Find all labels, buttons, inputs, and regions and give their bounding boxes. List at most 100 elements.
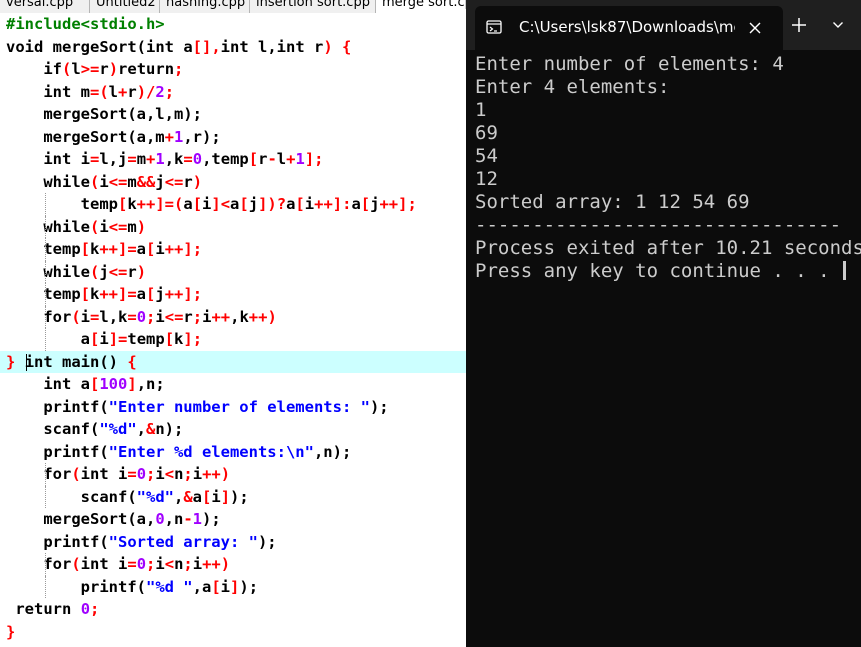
- code-token: main(): [52, 352, 128, 371]
- code-line[interactable]: while(i<=m): [0, 215, 466, 238]
- code-line[interactable]: while(i<=m&&j<=r): [0, 171, 466, 194]
- code-token: i: [211, 487, 221, 506]
- code-line[interactable]: void mergeSort(int a[],int l,int r) {: [0, 36, 466, 59]
- code-token: ++): [248, 307, 277, 326]
- code-line[interactable]: printf("Sorted array: ");: [0, 531, 466, 554]
- code-token: i: [220, 577, 231, 596]
- code-token: "Sorted array: ": [108, 532, 258, 551]
- editor-tab[interactable]: Untitled2: [90, 0, 160, 13]
- editor-tab[interactable]: hashing.cpp: [160, 0, 250, 13]
- code-token: ;: [90, 600, 100, 618]
- code-token: i: [202, 195, 212, 213]
- code-line[interactable]: a[i]=temp[k];: [0, 328, 466, 351]
- code-line[interactable]: temp[k++]=a[i++];: [0, 238, 466, 261]
- code-line[interactable]: #include<stdio.h>: [0, 13, 466, 36]
- code-line[interactable]: for(i=l,k=0;i<=r;i++,k++): [0, 305, 466, 328]
- code-token: int: [80, 465, 109, 483]
- code-token: -: [267, 150, 277, 168]
- code-token: <: [164, 465, 175, 483]
- code-token: ]=: [108, 330, 128, 348]
- editor-tab-bar: versal.cpp Untitled2 hashing.cpp insertion …: [0, 0, 466, 13]
- code-token: i: [155, 555, 165, 573]
- code-token: +: [146, 150, 156, 168]
- code-token: (: [71, 555, 81, 573]
- terminal-titlebar: C:\Users\lsk87\Downloads\merge sort.exe: [466, 0, 861, 50]
- code-editor[interactable]: versal.cpp Untitled2 hashing.cpp insertion …: [0, 0, 466, 647]
- code-token: k: [90, 240, 100, 258]
- code-line[interactable]: return 0;: [0, 598, 466, 621]
- code-token: [: [239, 195, 249, 213]
- code-token: [: [211, 577, 221, 596]
- code-line[interactable]: }: [0, 621, 466, 644]
- code-line[interactable]: scanf("%d",&a[i]);: [0, 485, 466, 508]
- editor-tab[interactable]: versal.cpp: [0, 0, 90, 13]
- code-token: j: [99, 262, 109, 281]
- code-token: 0: [192, 150, 203, 168]
- code-token: );: [202, 510, 221, 528]
- code-token: k: [174, 330, 184, 348]
- code-token: r: [183, 307, 193, 326]
- terminal-output[interactable]: Enter number of elements: 4 Enter 4 eleme…: [475, 53, 861, 283]
- code-line[interactable]: if(l>=r)return;: [0, 58, 466, 81]
- terminal-line: Sorted array: 1 12 54 69: [475, 191, 861, 214]
- code-line[interactable]: mergeSort(a,0,n-1);: [0, 508, 466, 531]
- code-line[interactable]: int m=(l+r)/2;: [0, 81, 466, 104]
- code-token: =(: [90, 82, 109, 101]
- code-line[interactable]: printf("Enter number of elements: ");: [0, 396, 466, 419]
- code-token: }: [6, 622, 16, 641]
- text-caret: [26, 353, 27, 371]
- code-line[interactable]: int a[100],n;: [0, 373, 466, 396]
- code-token: [: [117, 195, 128, 213]
- code-line[interactable]: for(int i=0;i<n;i++): [0, 553, 466, 576]
- terminal-line: 12: [475, 168, 861, 191]
- code-token: 0: [155, 510, 165, 528]
- code-line[interactable]: while(j<=r): [0, 260, 466, 283]
- code-line[interactable]: printf("%d ",a[i]);: [0, 575, 466, 598]
- code-token: =: [127, 465, 137, 483]
- code-line[interactable]: printf("Enter %d elements:\n",n);: [0, 441, 466, 464]
- code-token: =: [127, 150, 137, 168]
- terminal-line: 69: [475, 122, 861, 145]
- code-token: ): [192, 172, 203, 191]
- code-token: r: [99, 60, 109, 78]
- code-area[interactable]: #include<stdio.h> void mergeSort(int a[],…: [0, 13, 466, 643]
- code-token: [: [360, 195, 371, 213]
- code-token: a: [6, 330, 90, 348]
- code-token: temp: [6, 195, 118, 213]
- code-token: <=: [164, 172, 184, 191]
- code-token: =: [90, 150, 100, 168]
- terminal-window[interactable]: C:\Users\lsk87\Downloads\merge sort.exe …: [466, 0, 861, 647]
- code-line[interactable]: int i=l,j=m+1,k=0,temp[r-l+1];: [0, 148, 466, 171]
- terminal-line-text: --------------------------------: [475, 214, 842, 236]
- code-token: [: [146, 285, 156, 303]
- code-token: ): [136, 262, 147, 281]
- code-token: =: [127, 555, 137, 573]
- code-token: );: [369, 397, 389, 416]
- code-token: "Enter number of elements: ": [108, 397, 370, 416]
- terminal-line-text: 54: [475, 145, 498, 167]
- code-token: ): [108, 60, 119, 78]
- plus-icon[interactable]: [791, 17, 807, 33]
- close-icon[interactable]: [747, 20, 763, 36]
- code-token: ,: [173, 487, 184, 506]
- editor-tab[interactable]: insertion sort.cpp: [250, 0, 376, 13]
- code-token: l,: [248, 37, 277, 56]
- code-token: l: [276, 150, 287, 168]
- chevron-down-icon[interactable]: [832, 19, 844, 31]
- code-token: printf(: [6, 442, 109, 461]
- code-line[interactable]: for(int i=0;i<n;i++): [0, 463, 466, 486]
- code-token: j: [248, 195, 259, 213]
- code-token: i: [108, 465, 128, 483]
- editor-tab[interactable]: merge sort.cpp: [376, 0, 466, 13]
- code-token: int: [276, 37, 305, 56]
- code-token: m: [127, 217, 137, 236]
- code-token: a: [183, 195, 193, 213]
- terminal-tab[interactable]: C:\Users\lsk87\Downloads\merge sort.exe: [475, 6, 783, 50]
- code-line[interactable]: mergeSort(a,l,m);: [0, 103, 466, 126]
- code-line[interactable]: } int main() {: [0, 350, 466, 373]
- code-line[interactable]: temp[k++]=a[j++];: [0, 283, 466, 306]
- code-line[interactable]: temp[k++]=(a[i]<a[j])?a[i++]:a[j++];: [0, 193, 466, 216]
- indent-guide: [45, 215, 46, 238]
- code-line[interactable]: scanf("%d",&n);: [0, 418, 466, 441]
- code-line[interactable]: mergeSort(a,m+1,r);: [0, 126, 466, 149]
